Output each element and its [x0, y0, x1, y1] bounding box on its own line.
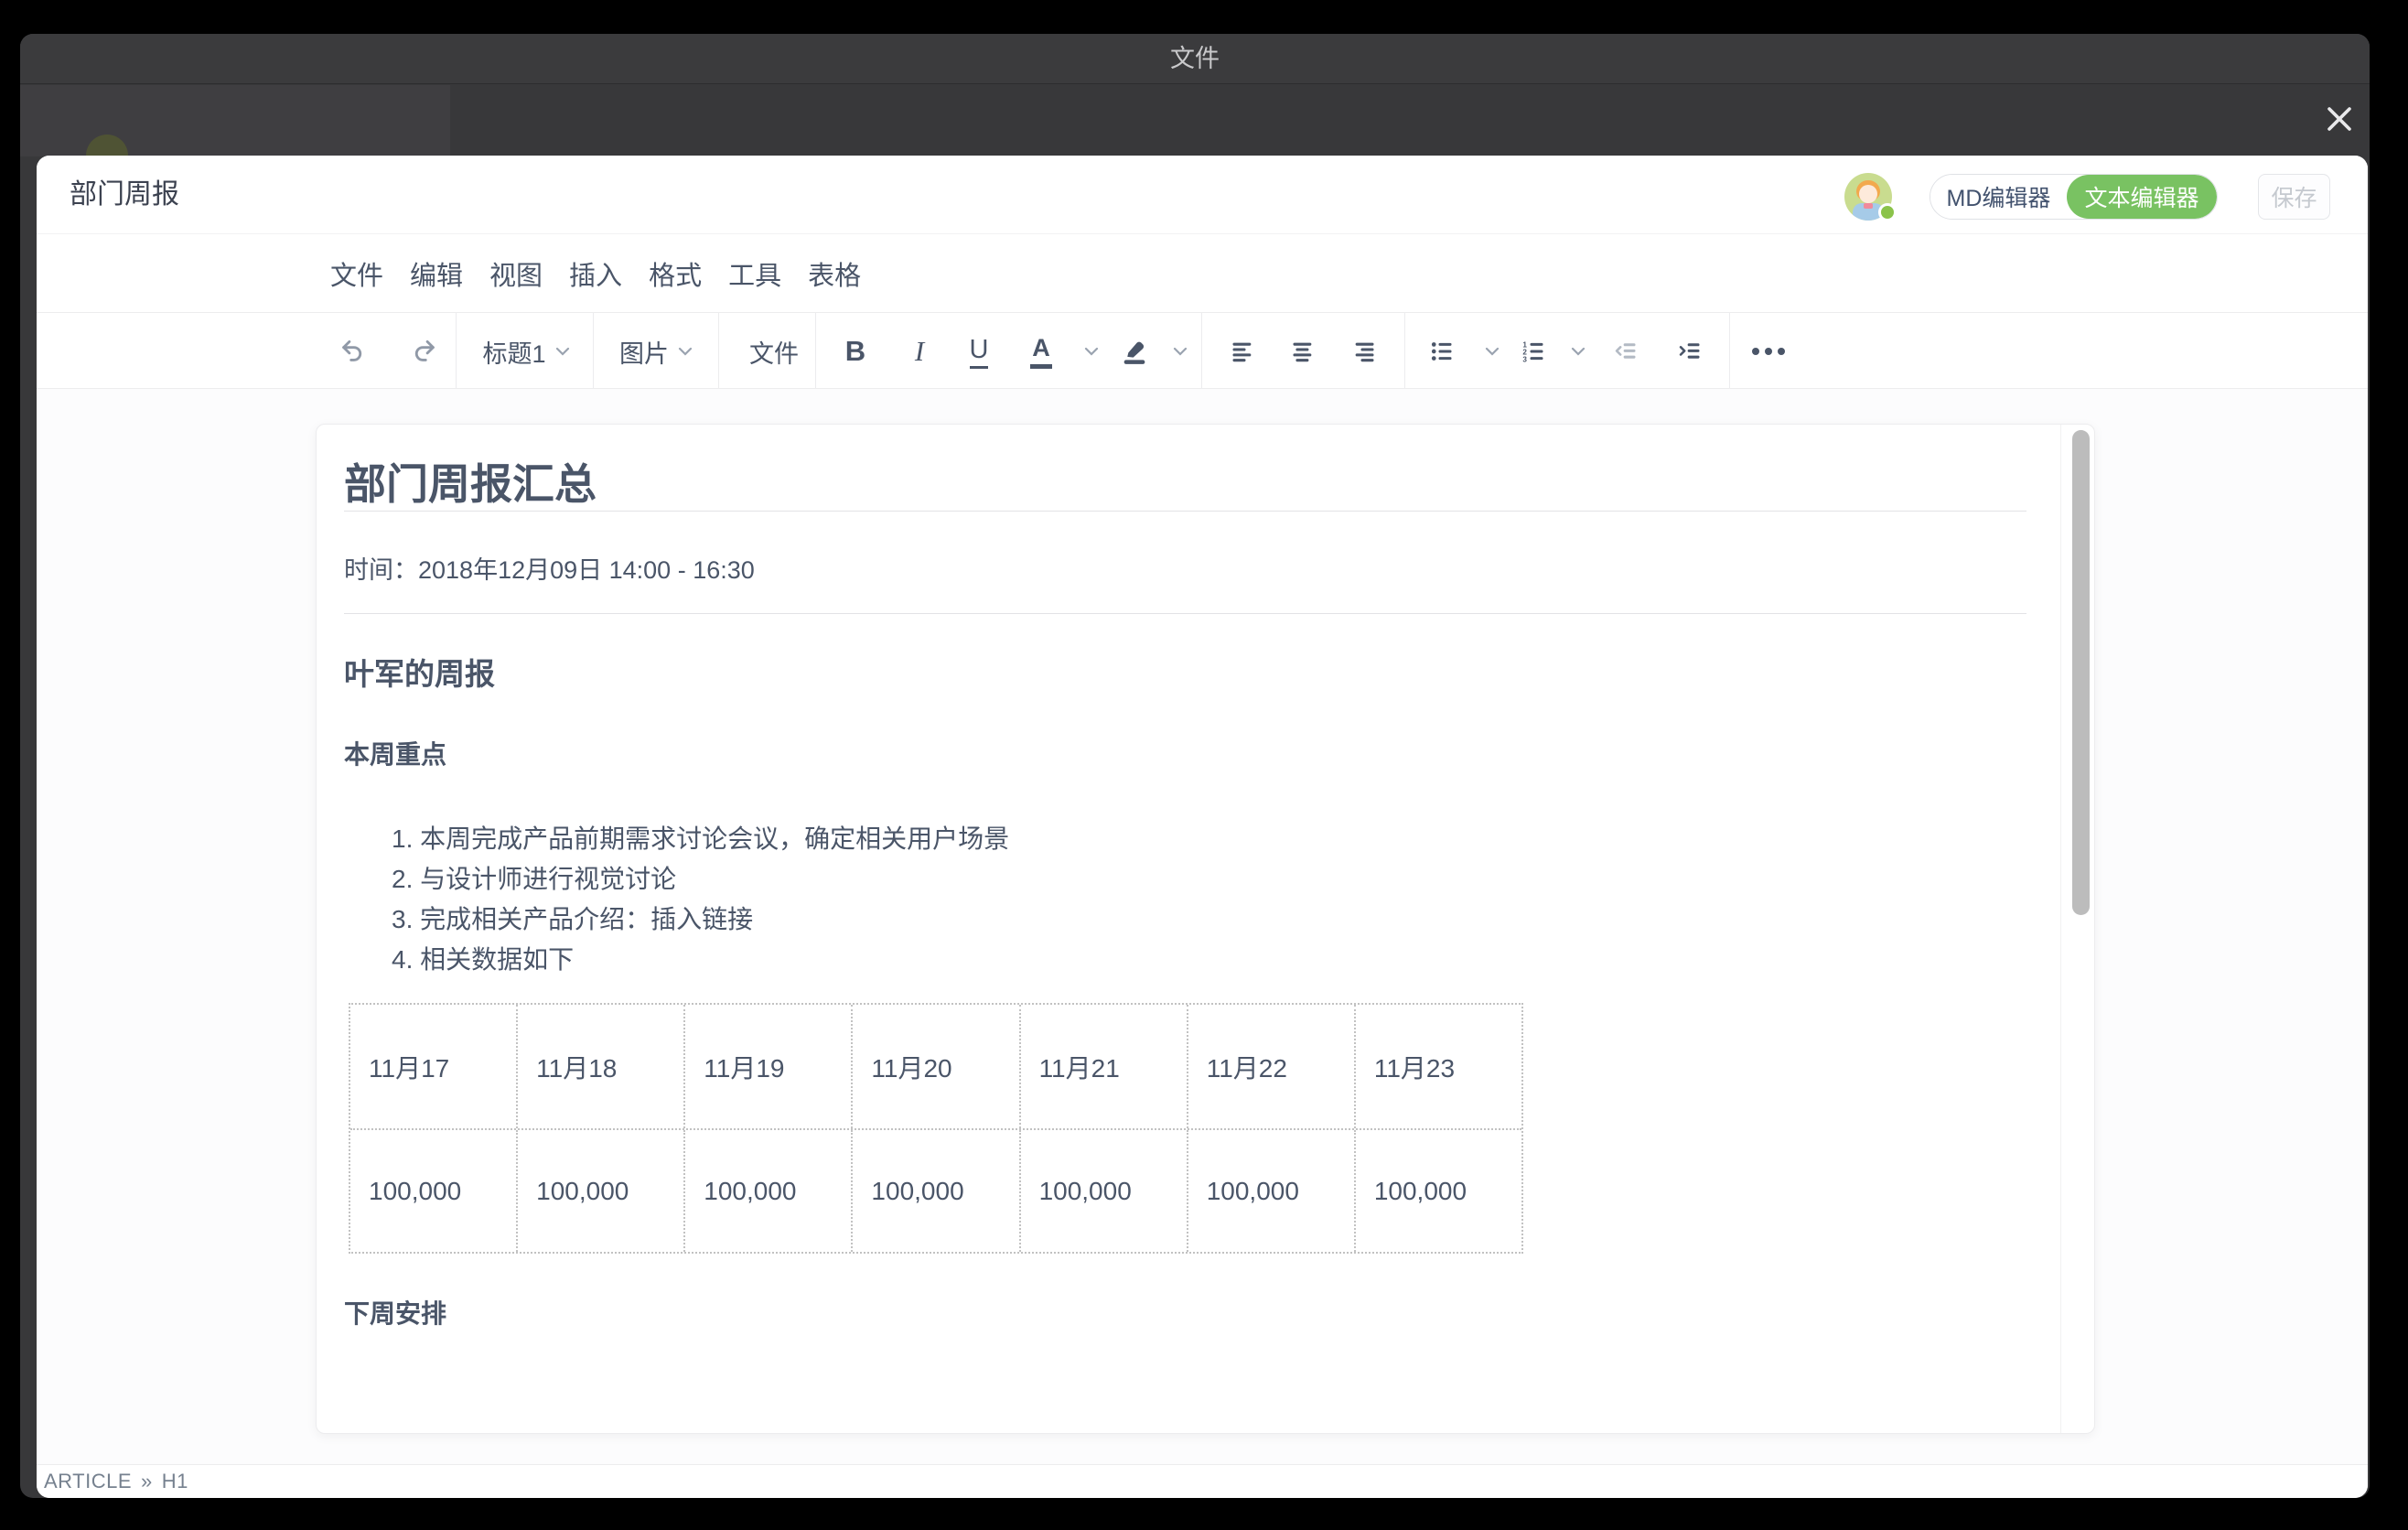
chevron-down-icon: [678, 347, 693, 356]
bold-button[interactable]: B: [830, 313, 881, 390]
doc-time-line: 时间：2018年12月09日 14:00 - 16:30: [344, 552, 2026, 588]
menu-item[interactable]: 插入: [569, 254, 622, 293]
outdent-icon[interactable]: [1600, 313, 1651, 390]
window-titlebar: 文件: [20, 34, 2370, 84]
status-node-article[interactable]: ARTICLE: [44, 1470, 132, 1493]
status-bar: ARTICLE » H1: [37, 1464, 2368, 1498]
table-header-row: 11月1711月1811月1911月2011月2111月2211月23: [350, 1005, 1521, 1128]
table-value-cell[interactable]: 100,000: [516, 1130, 683, 1252]
table-value-cell[interactable]: 100,000: [1187, 1130, 1354, 1252]
toolbar-separator: [1404, 313, 1405, 388]
modal-header: 部门周报 MD编辑器 文本编辑器 保存: [37, 156, 2368, 234]
align-left-icon[interactable]: [1217, 313, 1268, 390]
table-value-cell[interactable]: 100,000: [851, 1130, 1018, 1252]
align-center-icon[interactable]: [1277, 313, 1328, 390]
insert-file-button[interactable]: 文件: [737, 313, 811, 390]
doc-table: 11月1711月1811月1911月2011月2111月2211月23 100,…: [349, 1003, 1523, 1254]
table-header-cell[interactable]: 11月18: [516, 1005, 683, 1128]
menu-item[interactable]: 文件: [330, 254, 383, 293]
document-name: 部门周报: [70, 156, 179, 234]
doc-title: 部门周报汇总: [344, 458, 2026, 511]
table-header-cell[interactable]: 11月22: [1187, 1005, 1354, 1128]
document-body: 部门周报汇总 时间：2018年12月09日 14:00 - 16:30 叶军的周…: [344, 458, 2026, 1332]
doc-list-item: 与设计师进行视觉讨论: [392, 859, 2026, 900]
table-header-cell[interactable]: 11月21: [1019, 1005, 1187, 1128]
table-value-cell[interactable]: 100,000: [1019, 1130, 1187, 1252]
doc-list-item: 本周完成产品前期需求讨论会议，确定相关用户场景: [392, 819, 2026, 859]
undo-icon[interactable]: [327, 313, 378, 390]
table-value-row: 100,000100,000100,000100,000100,000100,0…: [350, 1128, 1521, 1252]
font-color-button[interactable]: A: [1014, 313, 1069, 390]
avatar-face: [1859, 185, 1877, 203]
macos-window: 文件 部门周报 MD编辑器: [20, 34, 2370, 1498]
editor-modal: 部门周报 MD编辑器 文本编辑器 保存 文件编辑视图插入格式工具表格: [37, 156, 2368, 1498]
chevron-down-icon: [555, 347, 570, 356]
close-icon[interactable]: [2324, 103, 2355, 135]
svg-text:3: 3: [1522, 356, 1527, 364]
doc-list-item: 完成相关产品介绍：插入链接: [392, 900, 2026, 940]
menu-item[interactable]: 工具: [728, 254, 781, 293]
highlight-chevron-icon[interactable]: [1157, 313, 1194, 390]
scrollbar-gutter-line: [2060, 425, 2061, 1433]
doc-section-heading: 叶军的周报: [344, 654, 2026, 695]
menu-bar: 文件编辑视图插入格式工具表格: [37, 234, 2368, 312]
editor-mode-switch: MD编辑器 文本编辑器: [1930, 174, 2218, 220]
insert-image-dropdown[interactable]: 图片: [606, 313, 706, 390]
align-right-icon[interactable]: [1338, 313, 1390, 390]
menu-item[interactable]: 视图: [489, 254, 543, 293]
heading-style-dropdown[interactable]: 标题1: [467, 313, 586, 390]
online-status-dot: [1878, 203, 1897, 221]
indent-icon[interactable]: [1664, 313, 1715, 390]
doc-subheading-this-week: 本周重点: [344, 737, 2026, 773]
table-header-cell[interactable]: 11月19: [683, 1005, 851, 1128]
highlight-button[interactable]: [1109, 313, 1160, 390]
table-value-cell[interactable]: 100,000: [350, 1130, 516, 1252]
toolbar-separator: [1201, 313, 1202, 388]
bullet-list-icon[interactable]: [1416, 313, 1467, 390]
status-node-h1[interactable]: H1: [162, 1470, 188, 1493]
screenshot-stage: 文件 部门周报 MD编辑器: [0, 0, 2408, 1530]
menu-item[interactable]: 编辑: [410, 254, 463, 293]
save-button[interactable]: 保存: [2258, 174, 2330, 220]
avatar-bowtie: [1864, 203, 1873, 209]
numbered-list-icon[interactable]: 123: [1508, 313, 1559, 390]
table-header-cell[interactable]: 11月17: [350, 1005, 516, 1128]
text-editor-tab[interactable]: 文本编辑器: [2067, 175, 2217, 219]
document-page[interactable]: 部门周报汇总 时间：2018年12月09日 14:00 - 16:30 叶军的周…: [316, 424, 2095, 1434]
doc-subheading-next-week: 下周安排: [344, 1296, 2026, 1332]
table-value-cell[interactable]: 100,000: [683, 1130, 851, 1252]
toolbar-separator: [456, 313, 457, 388]
doc-numbered-list: 本周完成产品前期需求讨论会议，确定相关用户场景与设计师进行视觉讨论完成相关产品介…: [344, 819, 2026, 980]
menu-item[interactable]: 表格: [808, 254, 861, 293]
divider: [344, 613, 2026, 614]
toolbar-separator: [815, 313, 816, 388]
table-header-cell[interactable]: 11月23: [1354, 1005, 1521, 1128]
editor-canvas: 部门周报汇总 时间：2018年12月09日 14:00 - 16:30 叶军的周…: [37, 389, 2368, 1464]
toolbar-separator: [1729, 313, 1730, 388]
menu-item[interactable]: 格式: [649, 254, 702, 293]
table-header-cell[interactable]: 11月20: [851, 1005, 1018, 1128]
window-title: 文件: [20, 34, 2370, 84]
md-editor-tab[interactable]: MD编辑器: [1930, 175, 2067, 219]
table-value-cell[interactable]: 100,000: [1354, 1130, 1521, 1252]
bullet-list-chevron-icon[interactable]: [1469, 313, 1506, 390]
font-color-chevron-icon[interactable]: [1069, 313, 1105, 390]
italic-button[interactable]: I: [894, 313, 945, 390]
divider: [344, 511, 2026, 512]
toolbar-separator: [718, 313, 719, 388]
status-separator: »: [141, 1470, 153, 1493]
numbered-list-chevron-icon[interactable]: [1555, 313, 1592, 390]
redo-icon[interactable]: [399, 313, 450, 390]
underline-button[interactable]: U: [953, 313, 1005, 390]
dimmed-background-panel: [20, 85, 450, 156]
more-options-icon[interactable]: [1743, 313, 1794, 390]
vertical-scrollbar-thumb[interactable]: [2072, 430, 2090, 915]
doc-list-item: 相关数据如下: [392, 940, 2026, 980]
toolbar: 标题1 图片 文件 B: [37, 312, 2368, 389]
toolbar-separator: [593, 313, 594, 388]
